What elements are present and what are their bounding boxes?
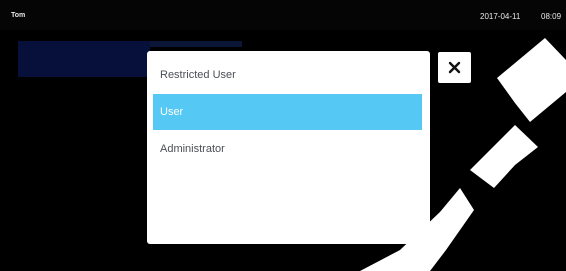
- background-panel-edge: [150, 41, 242, 47]
- status-bar: Tom 2017-04-11 08:09: [0, 0, 566, 30]
- option-restricted-user[interactable]: Restricted User: [147, 57, 430, 93]
- screen: Tom 2017-04-11 08:09 Restricted User Use…: [0, 0, 566, 271]
- role-selection-dialog: Restricted User User Administrator: [147, 51, 430, 244]
- background-panel: [18, 41, 150, 77]
- close-button[interactable]: [438, 52, 471, 83]
- time-display: 08:09: [541, 12, 562, 21]
- option-administrator[interactable]: Administrator: [147, 131, 430, 167]
- option-user-selected[interactable]: User: [153, 94, 422, 130]
- close-icon: [448, 61, 461, 74]
- user-name: Tom: [11, 12, 26, 19]
- date-display: 2017-04-11: [480, 12, 521, 21]
